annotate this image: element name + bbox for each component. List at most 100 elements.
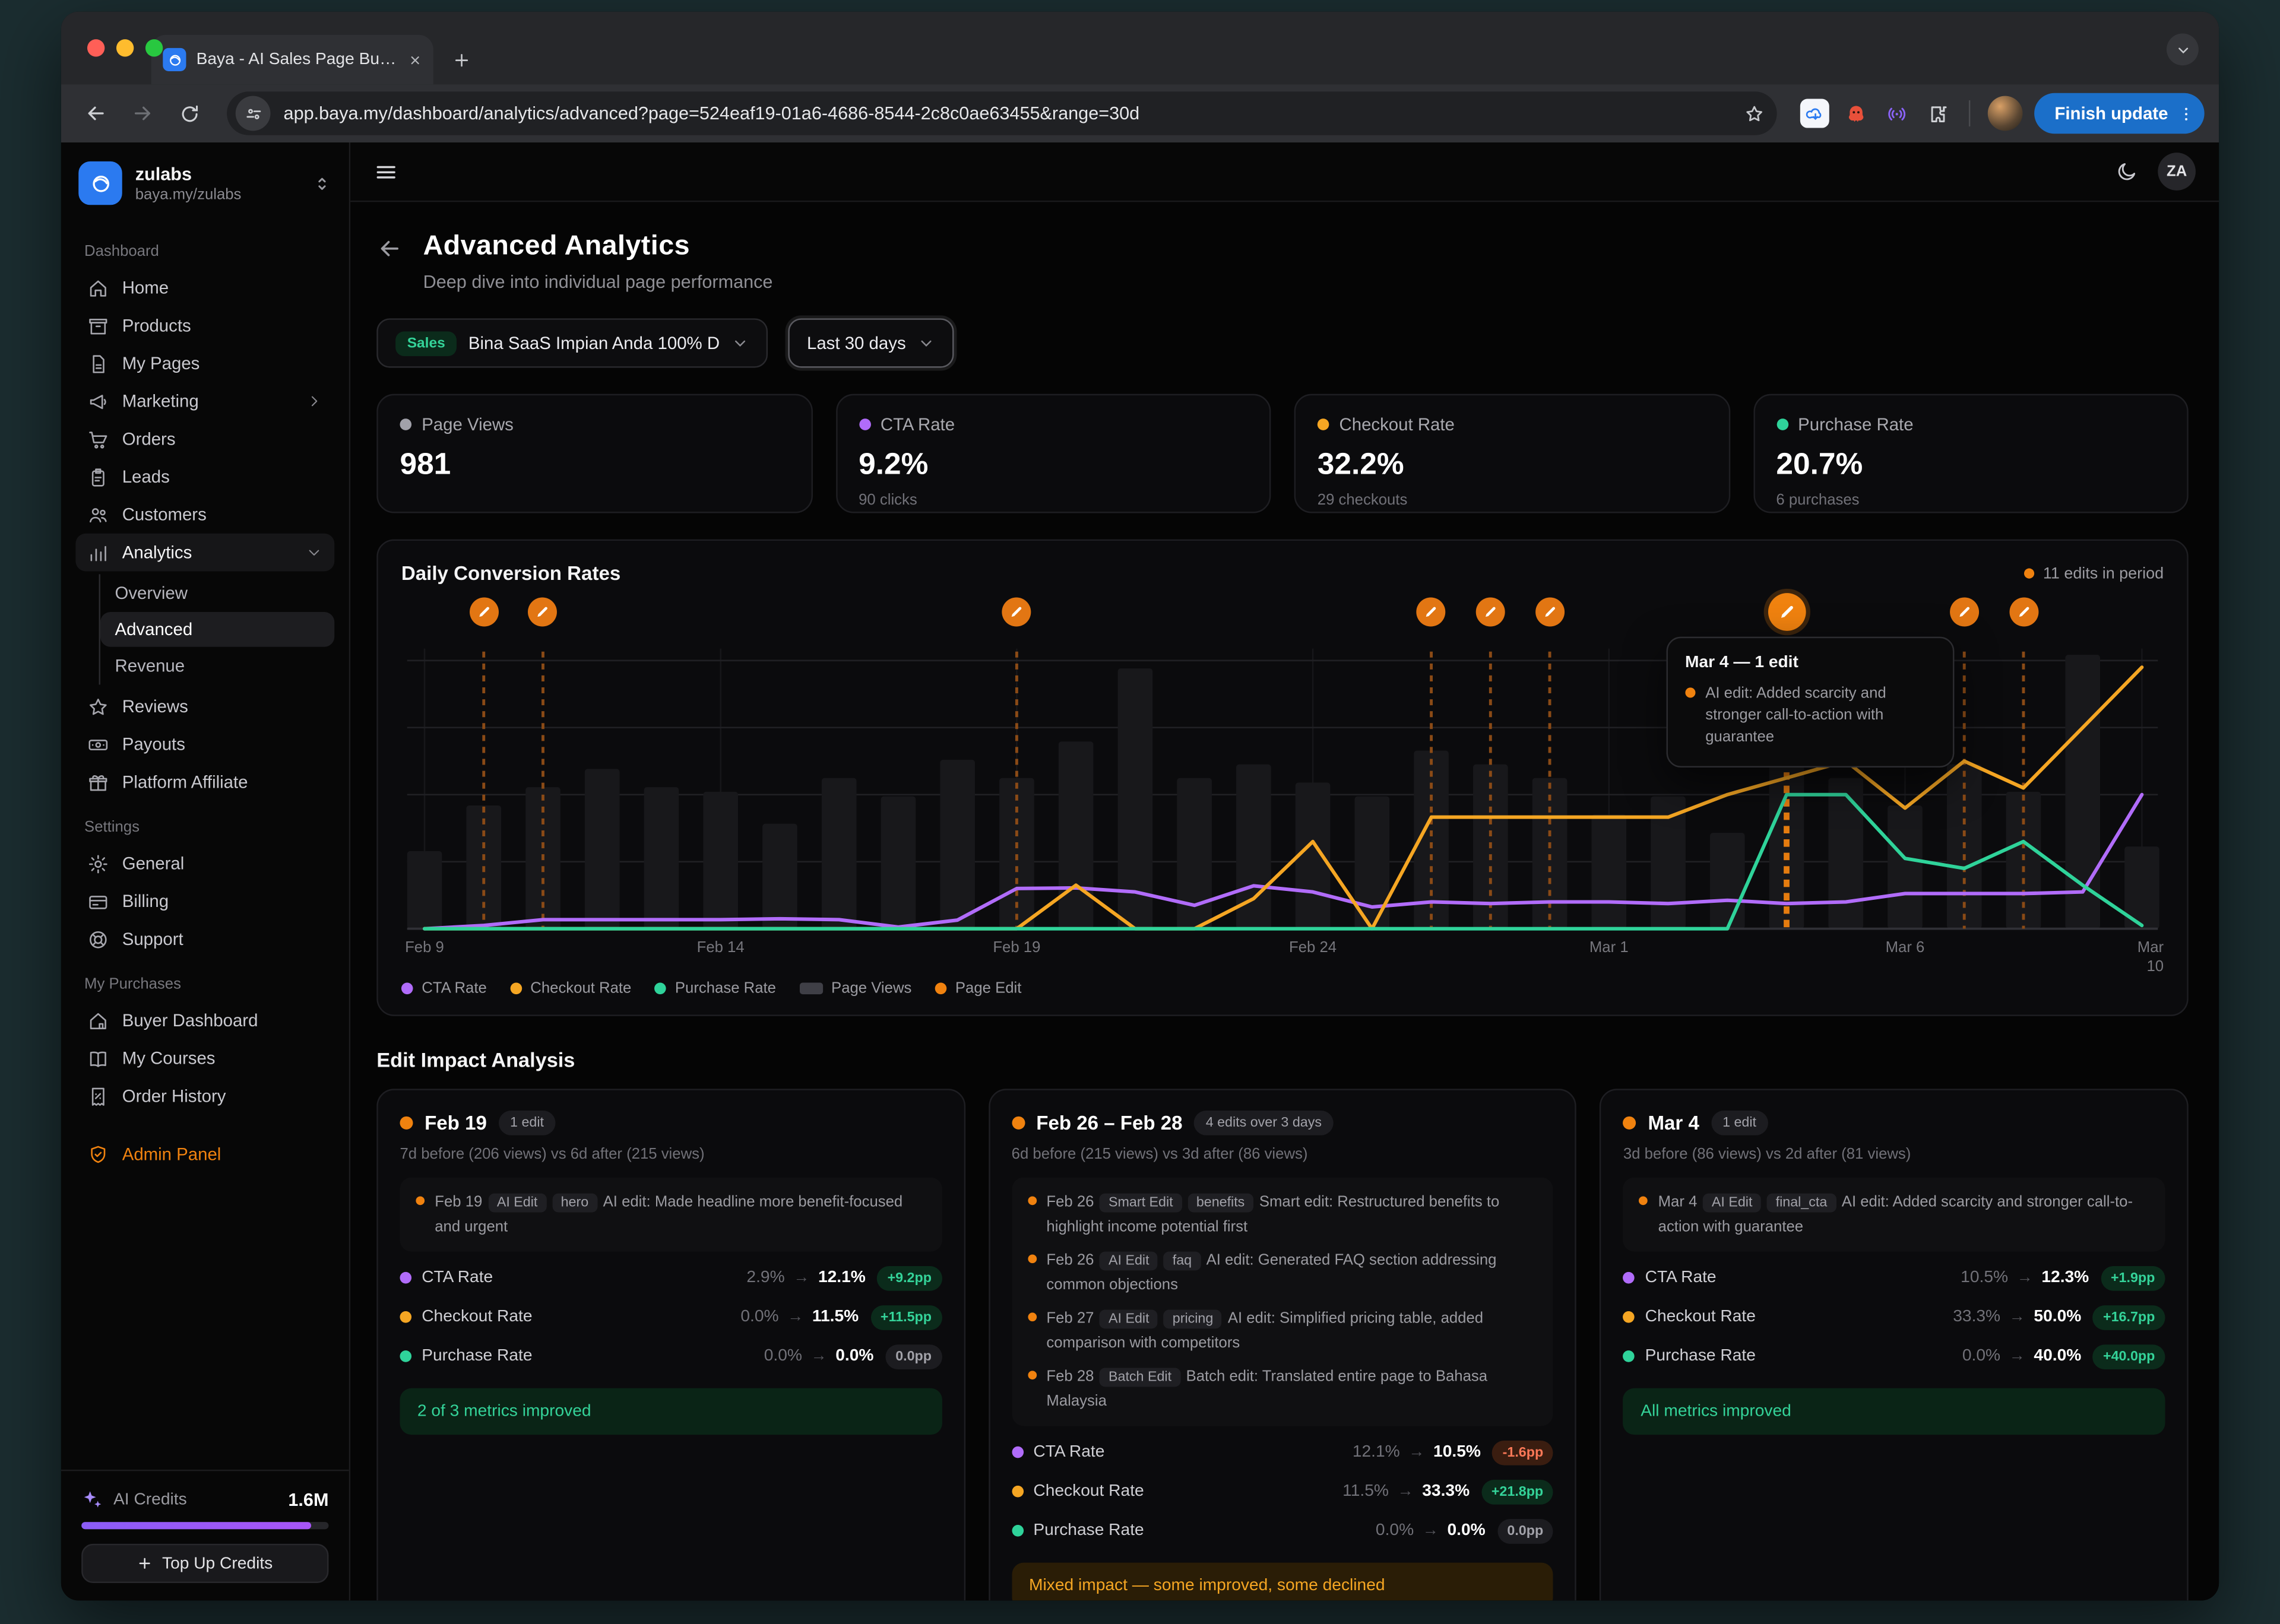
sidebar-item-analytics[interactable]: Analytics — [75, 534, 334, 572]
top-up-credits-button[interactable]: Top Up Credits — [81, 1544, 328, 1583]
impact-summary-banner: 2 of 3 metrics improved — [400, 1388, 942, 1435]
extension-icons — [1800, 99, 1952, 128]
nav-section-label-settings: Settings — [75, 801, 334, 844]
sidebar-item-platform-affiliate[interactable]: Platform Affiliate — [75, 763, 334, 801]
hamburger-menu-icon[interactable] — [373, 159, 398, 184]
sidebar-item-label: Admin Panel — [122, 1144, 323, 1164]
zoom-window-button[interactable] — [145, 39, 163, 56]
impact-card-header: Mar 41 edit — [1623, 1111, 2165, 1135]
sidebar-item-order-history[interactable]: Order History — [75, 1077, 334, 1115]
chevright-icon — [305, 392, 322, 410]
edit-pencil-marker-mar-4[interactable] — [1768, 593, 1806, 631]
edit-pencil-marker-mar-7[interactable] — [1950, 598, 1979, 627]
extensions-puzzle-icon[interactable] — [1923, 99, 1952, 128]
courses-icon — [87, 1047, 109, 1069]
new-tab-button[interactable] — [442, 41, 480, 79]
sidebar-item-general[interactable]: General — [75, 845, 334, 883]
analytics-icon — [87, 541, 109, 563]
sidebar-item-my-courses[interactable]: My Courses — [75, 1039, 334, 1077]
sidebar-subitem-overview[interactable]: Overview — [100, 576, 334, 611]
metric-dot-icon — [1012, 1447, 1024, 1459]
address-bar[interactable]: app.baya.my/dashboard/analytics/advanced… — [227, 91, 1777, 135]
sidebar-item-label: My Courses — [122, 1048, 323, 1068]
page-selector-dropdown[interactable]: Sales Bina SaaS Impian Anda 100% D — [376, 318, 768, 367]
edit-pencil-marker-feb-19[interactable] — [1002, 598, 1031, 627]
sidebar-item-home[interactable]: Home — [75, 269, 334, 307]
chrome-profile-avatar[interactable] — [1988, 96, 2023, 131]
metric-card-purchase-rate[interactable]: Purchase Rate20.7%6 purchases — [1753, 394, 2188, 513]
back-button[interactable] — [75, 93, 116, 134]
metric-after-value: 50.0% — [2034, 1309, 2081, 1326]
customers-icon — [87, 504, 109, 526]
edit-pencil-marker-feb-10[interactable] — [469, 598, 498, 627]
metric-label: Purchase Rate — [1798, 414, 1913, 434]
bookmark-star-icon[interactable] — [1743, 103, 1765, 125]
user-avatar[interactable]: ZA — [2158, 153, 2196, 191]
finish-update-button[interactable]: Finish update — [2034, 93, 2205, 134]
sidebar-item-leads[interactable]: Leads — [75, 458, 334, 496]
sidebar-item-label: General — [122, 854, 323, 874]
sidebar-item-billing[interactable]: Billing — [75, 883, 334, 921]
impact-card-mar-4[interactable]: Mar 41 edit3d before (86 views) vs 2d af… — [1600, 1089, 2189, 1600]
sidebar-subitem-revenue[interactable]: Revenue — [100, 648, 334, 683]
browser-tab[interactable]: Baya - AI Sales Page Builder — [151, 35, 433, 84]
metric-delta-badge: 0.0pp — [885, 1344, 942, 1369]
metric-label: Checkout Rate — [422, 1309, 532, 1326]
metric-dot-icon — [1623, 1273, 1635, 1284]
tab-search-button[interactable] — [2167, 33, 2199, 65]
impact-edit-count-badge: 1 edit — [1711, 1111, 1768, 1135]
tab-close-icon[interactable] — [408, 53, 422, 66]
date-range-dropdown[interactable]: Last 30 days — [788, 318, 954, 367]
metric-card-checkout-rate[interactable]: Checkout Rate32.2%29 checkouts — [1294, 394, 1730, 513]
metric-card-cta-rate[interactable]: CTA Rate9.2%90 clicks — [835, 394, 1271, 513]
sidebar-item-marketing[interactable]: Marketing — [75, 382, 334, 420]
sidebar-item-my-pages[interactable]: My Pages — [75, 344, 334, 382]
sidebar-item-support[interactable]: Support — [75, 920, 334, 958]
sidebar-item-reviews[interactable]: Reviews — [75, 687, 334, 725]
sidebar-subitem-advanced[interactable]: Advanced — [100, 612, 334, 647]
reload-button[interactable] — [169, 93, 210, 134]
sales-badge: Sales — [395, 331, 457, 356]
workspace-switcher[interactable]: zulabs baya.my/zulabs — [61, 142, 349, 220]
chevdown-icon — [305, 544, 322, 561]
signal-extension-icon[interactable] — [1882, 99, 1911, 128]
legend-item-checkout-rate: Checkout Rate — [510, 980, 631, 997]
sidebar-item-admin-panel[interactable]: Admin Panel — [75, 1135, 334, 1173]
window-controls[interactable] — [87, 39, 163, 56]
minimize-window-button[interactable] — [116, 39, 134, 56]
url-text[interactable]: app.baya.my/dashboard/analytics/advanced… — [271, 103, 1744, 123]
sidebar-item-payouts[interactable]: Payouts — [75, 725, 334, 763]
edit-pencil-marker-mar-8[interactable] — [2009, 598, 2038, 627]
edit-pencil-marker-feb-28[interactable] — [1535, 598, 1565, 627]
impact-card-feb-19[interactable]: Feb 191 edit7d before (206 views) vs 6d … — [376, 1089, 965, 1600]
site-info-icon[interactable] — [236, 96, 271, 131]
metric-before-value: 10.5% — [1961, 1270, 2008, 1287]
edit-entry: Feb 26Smart EditbenefitsSmart edit: Rest… — [1028, 1191, 1538, 1239]
impact-edit-count-badge: 1 edit — [498, 1111, 555, 1135]
edit-pencil-marker-feb-26[interactable] — [1417, 598, 1446, 627]
edit-dot-icon — [416, 1197, 425, 1206]
sidebar-item-products[interactable]: Products — [75, 307, 334, 345]
edit-tag-ai-edit: AI Edit — [1100, 1309, 1158, 1328]
close-window-button[interactable] — [87, 39, 104, 56]
kebab-menu-icon[interactable] — [2177, 104, 2196, 123]
forward-button[interactable] — [122, 93, 163, 134]
metric-label: Page Views — [422, 414, 514, 434]
dark-mode-toggle-icon[interactable] — [2116, 161, 2138, 183]
sidebar-item-label: Products — [122, 315, 323, 335]
page-title: Advanced Analytics — [423, 231, 773, 263]
sidebar-item-buyer-dashboard[interactable]: Buyer Dashboard — [75, 1001, 334, 1039]
cloud-extension-icon[interactable] — [1800, 99, 1829, 128]
sidebar-item-customers[interactable]: Customers — [75, 496, 334, 534]
metric-label: Checkout Rate — [1340, 414, 1455, 434]
metric-card-page-views[interactable]: Page Views981 — [376, 394, 812, 513]
sidebar-item-orders[interactable]: Orders — [75, 420, 334, 458]
sidebar-item-label: Support — [122, 929, 323, 949]
screenshot-stage: Baya - AI Sales Page Builder app.baya.my… — [0, 0, 2280, 1624]
back-arrow-icon[interactable] — [376, 236, 403, 262]
edit-pencil-marker-feb-27[interactable] — [1476, 598, 1505, 627]
creature-extension-icon[interactable] — [1841, 99, 1870, 128]
impact-card-feb-26-feb-28[interactable]: Feb 26 – Feb 284 edits over 3 days6d bef… — [988, 1089, 1576, 1600]
edit-pencil-marker-feb-11[interactable] — [528, 598, 558, 627]
impact-summary-banner: All metrics improved — [1623, 1388, 2165, 1435]
